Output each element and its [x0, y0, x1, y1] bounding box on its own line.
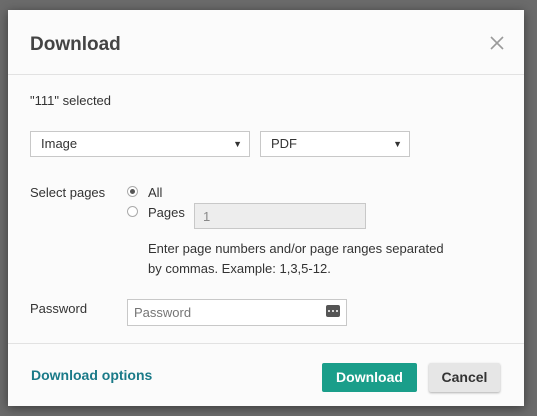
close-icon[interactable]: [488, 34, 506, 52]
select-pages-label: Select pages: [30, 185, 106, 200]
dialog-header: Download: [8, 10, 524, 75]
download-options-link[interactable]: Download options: [31, 367, 152, 383]
caret-down-icon: ▼: [233, 139, 242, 149]
dialog-footer: Download options Download Cancel: [8, 343, 524, 406]
radio-all[interactable]: [127, 186, 138, 197]
password-label: Password: [30, 301, 88, 316]
format-select[interactable]: PDF ▼: [260, 131, 410, 157]
download-dialog: Download "111" selected Image ▼ PDF ▼ Se…: [8, 10, 524, 406]
cancel-button[interactable]: Cancel: [429, 363, 500, 392]
pages-range-input[interactable]: [194, 203, 366, 229]
caret-down-icon: ▼: [393, 139, 402, 149]
dialog-title: Download: [30, 34, 121, 55]
radio-pages-label: Pages: [148, 205, 185, 220]
type-select-value: Image: [41, 136, 78, 151]
type-select[interactable]: Image ▼: [30, 131, 250, 157]
selection-count: "111" selected: [30, 93, 112, 108]
pages-hint: Enter page numbers and/or page ranges se…: [148, 241, 444, 276]
radio-pages[interactable]: [127, 206, 138, 217]
radio-all-label: All: [148, 185, 163, 200]
password-dots-icon[interactable]: [326, 305, 340, 317]
download-button[interactable]: Download: [322, 363, 417, 392]
format-select-value: PDF: [271, 136, 297, 151]
password-input[interactable]: [127, 299, 347, 326]
